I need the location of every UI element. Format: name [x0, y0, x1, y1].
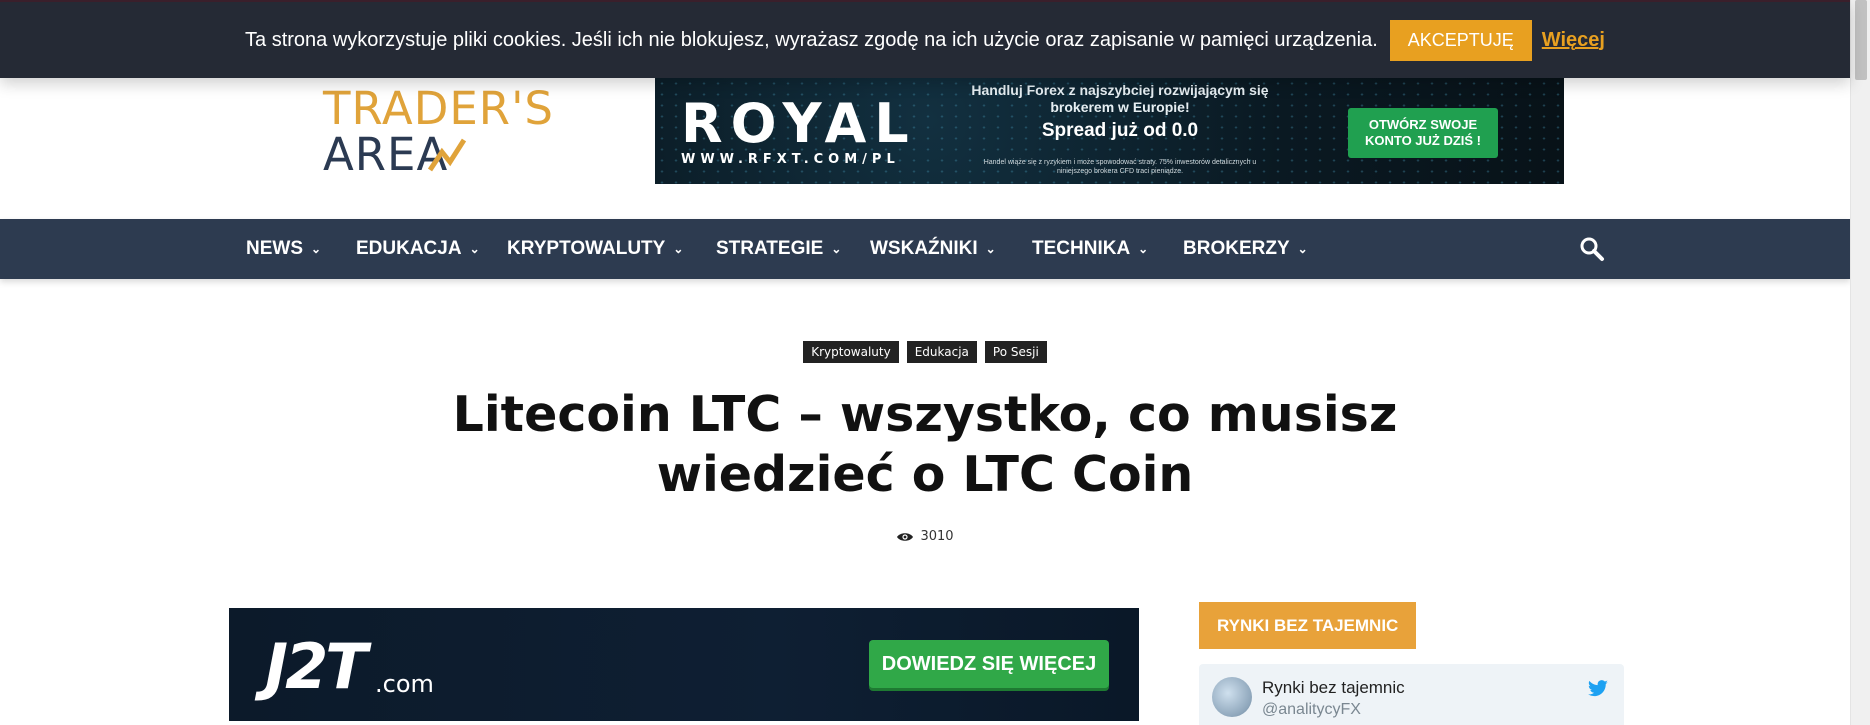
- chevron-down-icon: ⌄: [469, 242, 480, 256]
- page-scrollbar[interactable]: [1850, 0, 1870, 725]
- chevron-down-icon: ⌄: [311, 242, 322, 256]
- nav-item-label: WSKAŹNIKI: [870, 238, 978, 259]
- banner-headline: Handluj Forex z najszybciej rozwijającym…: [971, 82, 1269, 115]
- ad-logo: J2T: [265, 630, 367, 703]
- chevron-down-icon: ⌄: [1138, 242, 1149, 256]
- nav-item-news[interactable]: NEWS ⌄: [246, 219, 321, 279]
- chevron-down-icon: ⌄: [1297, 242, 1308, 256]
- page: Ta strona wykorzystuje pliki cookies. Je…: [0, 0, 1870, 725]
- main-nav: NEWS ⌄ EDUKACJA ⌄ KRYPTOWALUTY ⌄ STRATEGIE ⌄…: [0, 219, 1850, 279]
- nav-item-label: EDUKACJA: [356, 238, 462, 259]
- search-button[interactable]: [1578, 235, 1606, 263]
- nav-item-wskazniki[interactable]: WSKAŹNIKI ⌄: [870, 219, 996, 279]
- article-title: Litecoin LTC – wszystko, co musisz wiedz…: [452, 386, 1398, 503]
- search-icon: [1580, 237, 1604, 261]
- header-banner-ad[interactable]: ROYAL WWW.RFXT.COM/PL Handluj Forex z na…: [655, 78, 1564, 184]
- accept-cookies-button[interactable]: AKCEPTUJĘ: [1389, 19, 1532, 61]
- site-logo[interactable]: TRADER'S AREA: [323, 82, 573, 180]
- twitter-bird-icon[interactable]: [1587, 680, 1609, 698]
- nav-item-label: KRYPTOWALUTY: [507, 238, 666, 259]
- twitter-account-name[interactable]: Rynki bez tajemnic: [1262, 678, 1405, 698]
- view-count: 3010: [0, 529, 1850, 544]
- banner-brand: ROYAL: [681, 92, 917, 155]
- j2t-ad-banner[interactable]: J2T .com DOWIEDZ SIĘ WIĘCEJ: [229, 608, 1139, 721]
- scrollbar-thumb[interactable]: [1855, 0, 1867, 80]
- cookie-message: Ta strona wykorzystuje pliki cookies. Je…: [245, 28, 1378, 51]
- nav-item-label: STRATEGIE: [716, 238, 824, 259]
- chevron-down-icon: ⌄: [985, 242, 996, 256]
- nav-item-kryptowaluty[interactable]: KRYPTOWALUTY ⌄: [507, 219, 683, 279]
- nav-item-label: TECHNIKA: [1032, 238, 1131, 259]
- tag-kryptowaluty[interactable]: Kryptowaluty: [803, 341, 899, 363]
- twitter-widget[interactable]: Rynki bez tajemnic @analitycyFX: [1199, 664, 1624, 725]
- category-tags: Kryptowaluty Edukacja Po Sesji: [0, 341, 1850, 363]
- banner-spread: Spread już od 0.0: [1041, 120, 1199, 141]
- logo-chart-arrow-icon: [428, 138, 467, 172]
- eye-icon: [897, 532, 914, 541]
- twitter-handle[interactable]: @analitycyFX: [1262, 701, 1361, 719]
- nav-item-strategie[interactable]: STRATEGIE ⌄: [716, 219, 841, 279]
- tag-po-sesji[interactable]: Po Sesji: [984, 341, 1047, 363]
- chevron-down-icon: ⌄: [673, 242, 684, 256]
- banner-url: WWW.RFXT.COM/PL: [681, 152, 900, 167]
- ad-cta-button[interactable]: DOWIEDZ SIĘ WIĘCEJ: [869, 640, 1109, 688]
- sidebar-heading: RYNKI BEZ TAJEMNIC: [1199, 602, 1417, 649]
- nav-item-label: NEWS: [246, 238, 303, 259]
- cookie-bar: Ta strona wykorzystuje pliki cookies. Je…: [0, 0, 1850, 78]
- avatar[interactable]: [1212, 677, 1252, 717]
- nav-item-brokerzy[interactable]: BROKERZY ⌄: [1183, 219, 1308, 279]
- ad-domain: .com: [375, 670, 434, 698]
- nav-item-label: BROKERZY: [1183, 238, 1290, 259]
- nav-item-technika[interactable]: TECHNIKA ⌄: [1032, 219, 1148, 279]
- chevron-down-icon: ⌄: [831, 242, 842, 256]
- banner-cta-button[interactable]: OTWÓRZ SWOJE KONTO JUŻ DZIŚ !: [1348, 108, 1498, 158]
- logo-line1: TRADER'S: [323, 82, 555, 135]
- tag-edukacja[interactable]: Edukacja: [906, 341, 977, 363]
- view-count-value: 3010: [920, 529, 954, 544]
- banner-disclaimer: Handel wiąże się z ryzykiem i może spowo…: [983, 159, 1257, 175]
- nav-item-edukacja[interactable]: EDUKACJA ⌄: [356, 219, 480, 279]
- cookie-more-link[interactable]: Więcej: [1542, 29, 1605, 52]
